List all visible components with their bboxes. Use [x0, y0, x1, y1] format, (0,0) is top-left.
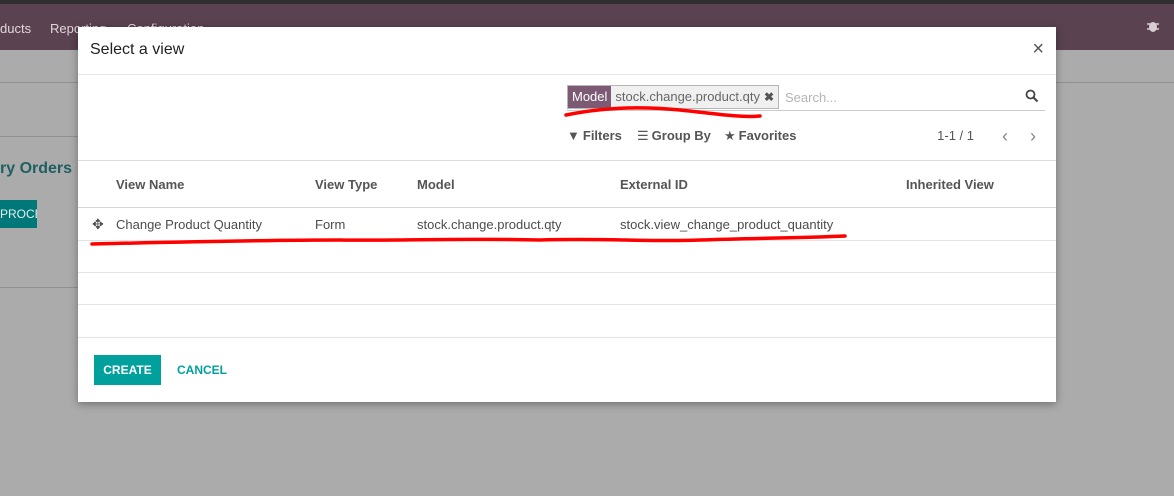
column-external-id[interactable]: External ID	[620, 161, 906, 208]
facet-value: stock.change.product.qty	[611, 86, 764, 108]
cell-inherited-view	[906, 207, 1056, 241]
menu-products[interactable]: ducts	[0, 21, 31, 36]
divider	[0, 287, 78, 288]
column-model[interactable]: Model	[417, 161, 620, 208]
close-icon[interactable]: ×	[1032, 38, 1044, 61]
cancel-button[interactable]: CANCEL	[177, 355, 227, 385]
cell-model: stock.change.product.qty	[417, 207, 620, 241]
chevron-left-icon[interactable]: ‹	[1002, 126, 1008, 147]
favorites-label: Favorites	[738, 128, 797, 143]
table-row-empty	[78, 272, 1056, 305]
favorites-button[interactable]: ★ Favorites	[724, 128, 796, 144]
list-icon: ☰	[637, 128, 649, 143]
cell-view-name: Change Product Quantity	[116, 207, 315, 241]
dialog-header: Select a view ×	[78, 27, 1056, 75]
process-button[interactable]: PROCESS	[0, 200, 37, 228]
dialog-title: Select a view	[90, 41, 185, 58]
drag-handle-icon[interactable]: ✥	[78, 207, 116, 241]
cell-external-id: stock.view_change_product_quantity	[620, 207, 906, 241]
table-row[interactable]: ✥ Change Product Quantity Form stock.cha…	[78, 207, 1056, 241]
background-page-title: ry Orders	[0, 160, 73, 177]
facet-remove-icon[interactable]: ✖	[763, 86, 779, 108]
search-input[interactable]	[783, 85, 1017, 109]
search-facet: Model stock.change.product.qty ✖	[567, 85, 780, 109]
views-table: View Name View Type Model External ID In…	[78, 161, 1056, 336]
star-icon: ★	[724, 128, 736, 143]
facet-label: Model	[568, 86, 612, 108]
table-row-empty	[78, 305, 1056, 337]
select-view-dialog: Select a view × Model stock.change.produ…	[78, 27, 1056, 402]
column-view-name[interactable]: View Name	[116, 161, 315, 208]
pager-value[interactable]: 1-1 / 1	[937, 128, 974, 143]
create-button[interactable]: CREATE	[94, 355, 161, 385]
group-by-label: Group By	[651, 128, 711, 143]
column-view-type[interactable]: View Type	[315, 161, 417, 208]
search-icon[interactable]	[1025, 89, 1039, 103]
table-header-row: View Name View Type Model External ID In…	[78, 161, 1056, 208]
filters-label: Filters	[582, 128, 622, 143]
chevron-right-icon[interactable]: ›	[1030, 126, 1036, 147]
column-inherited-view[interactable]: Inherited View	[906, 161, 1056, 208]
group-by-button[interactable]: ☰ Group By	[637, 128, 711, 144]
filter-icon: ▼	[567, 128, 580, 143]
search-bar: Model stock.change.product.qty ✖	[567, 84, 1045, 111]
filters-button[interactable]: ▼ Filters	[567, 128, 622, 143]
column-handle	[78, 161, 116, 208]
divider	[0, 136, 78, 137]
dialog-footer: CREATE CANCEL	[78, 337, 1056, 403]
cell-view-type: Form	[315, 207, 417, 241]
bug-icon[interactable]	[1146, 19, 1160, 33]
table-row-empty	[78, 240, 1056, 273]
